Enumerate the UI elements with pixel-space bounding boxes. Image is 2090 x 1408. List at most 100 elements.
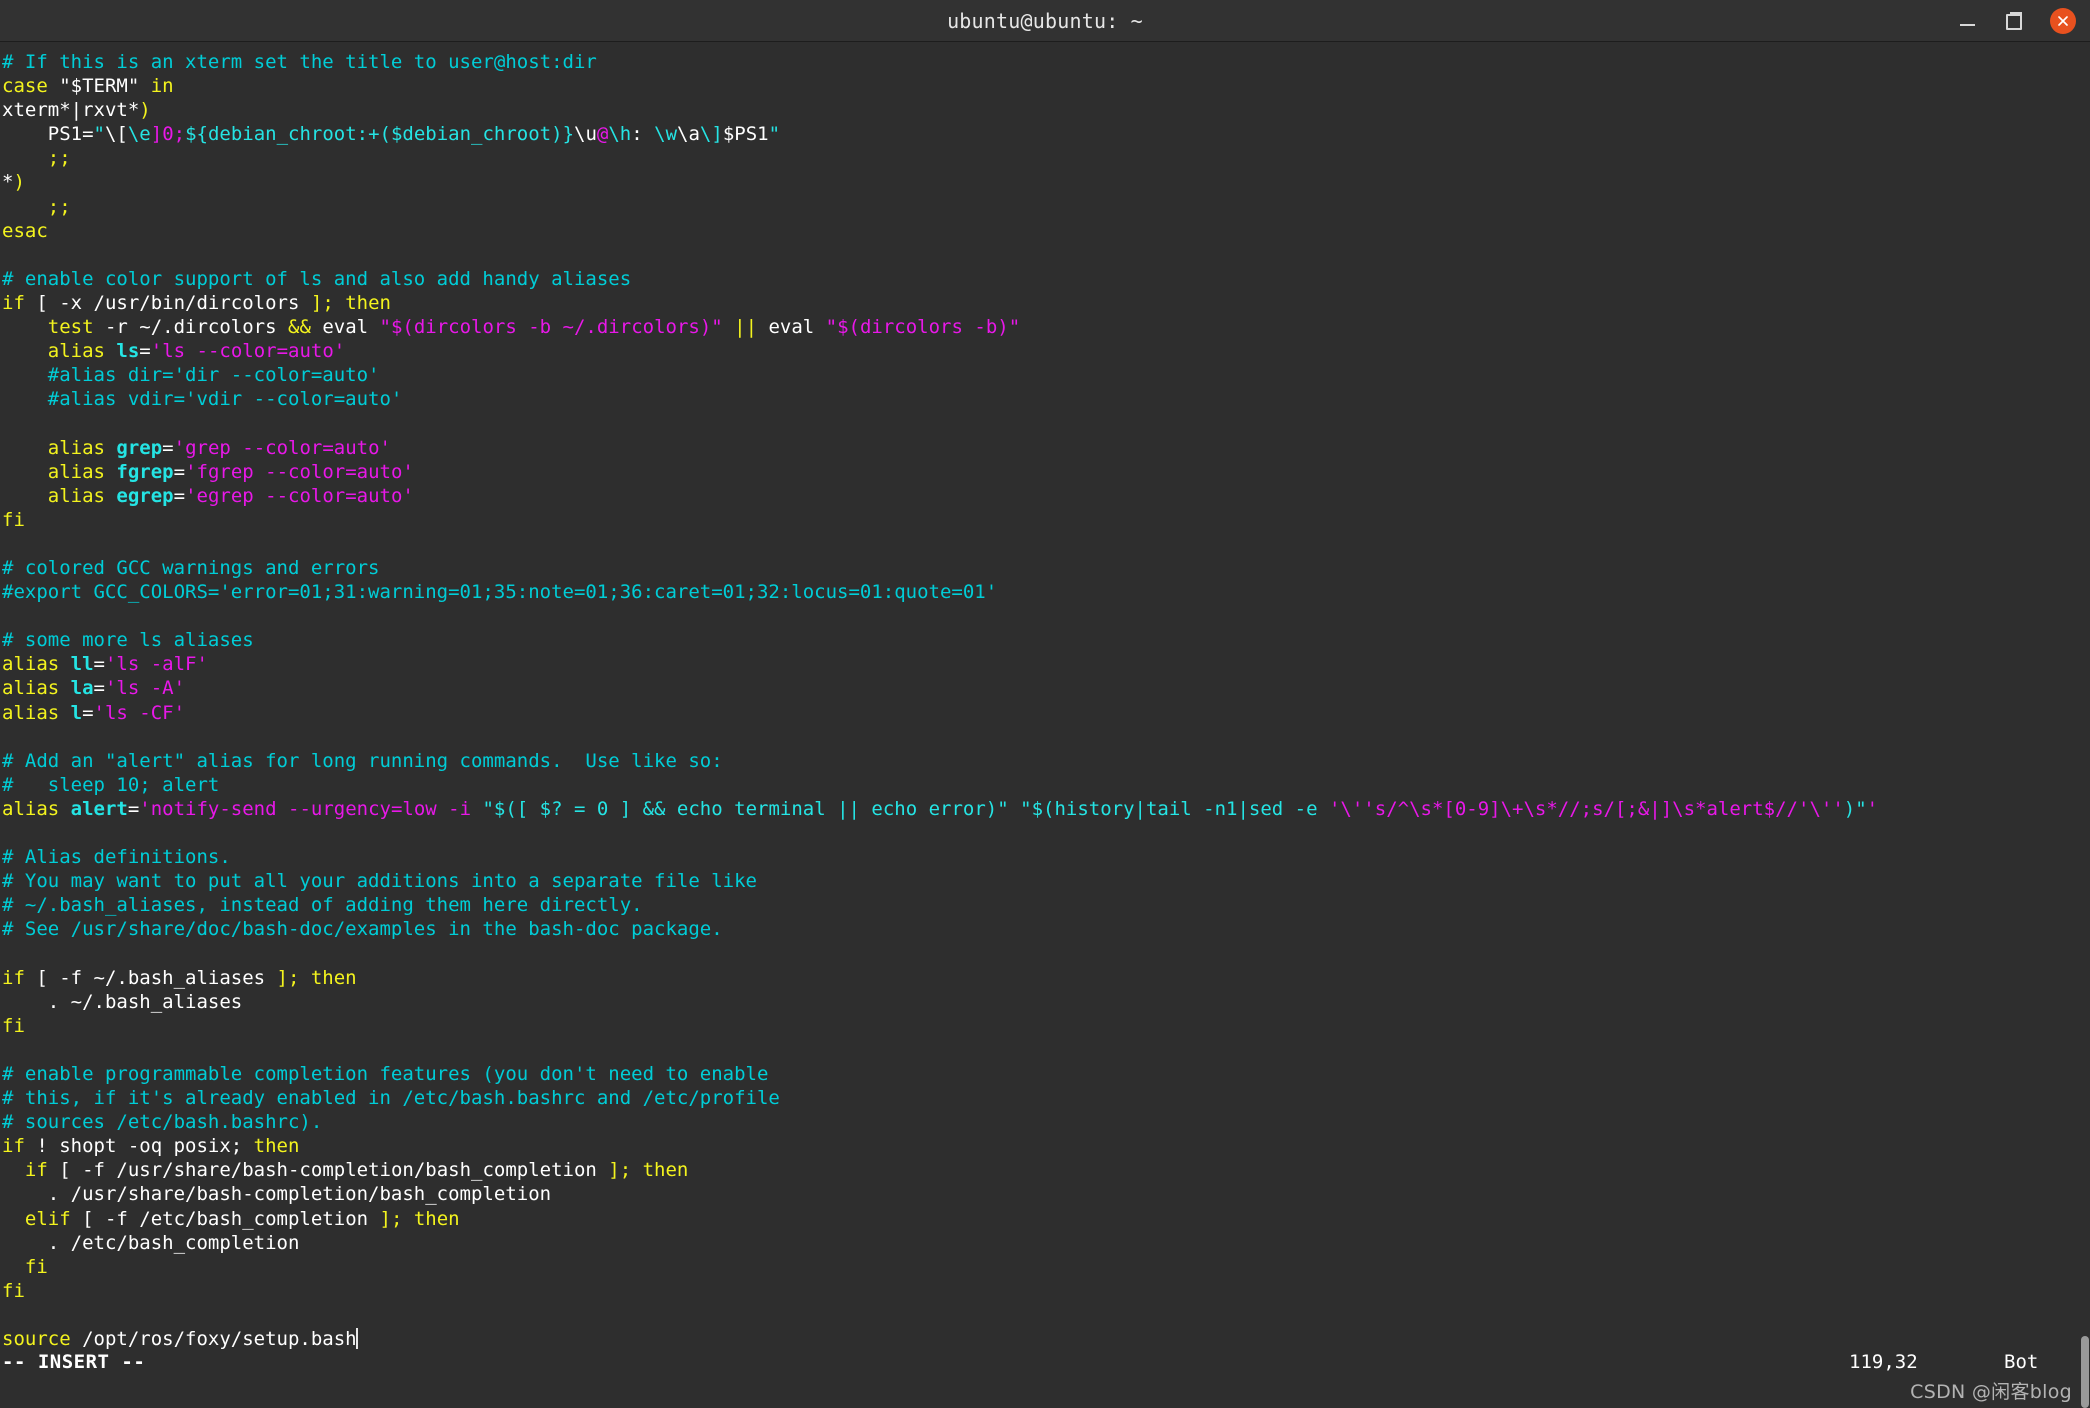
code-token: ${debian_chroot:+($debian_chroot)} (185, 123, 575, 146)
code-token: esac (2, 219, 48, 242)
maximize-icon (2006, 11, 2022, 30)
code-token: fi (2, 1014, 25, 1037)
editor-line: alias grep='grep --color=auto' (2, 436, 2090, 460)
scrollbar-thumb[interactable] (2081, 1336, 2089, 1408)
code-token: if (2, 966, 37, 989)
code-token: : (631, 123, 655, 146)
code-token: # sleep 10; alert (2, 773, 220, 796)
editor-line: case "$TERM" in (2, 74, 2090, 98)
code-token: '\'' (1798, 797, 1844, 820)
code-token: )" (1843, 797, 1867, 820)
code-token: #alias dir='dir --color=auto' (2, 364, 380, 387)
code-token: 'notify-send --urgency=low -i (139, 797, 483, 820)
code-token: '\'' (1328, 797, 1375, 820)
text-cursor (355, 1327, 358, 1349)
editor-line: test -r ~/.dircolors && eval "$(dircolor… (2, 315, 2090, 339)
code-token: alert (70, 797, 128, 820)
code-token: ]; then (608, 1159, 689, 1182)
editor-line: #alias dir='dir --color=auto' (2, 363, 2090, 387)
code-token: " (93, 123, 105, 146)
code-token: grep (116, 436, 163, 459)
code-token: @ (596, 123, 609, 146)
code-token: "$(dircolors -b ~/.dircolors)" (379, 316, 723, 339)
title-bar[interactable]: ubuntu@ubuntu: ~ (0, 0, 2090, 42)
code-token: # enable programmable completion feature… (2, 1062, 769, 1085)
code-token: [ -f ~/.bash_aliases (36, 966, 277, 989)
code-token: = (139, 340, 151, 363)
window-controls (1954, 0, 2076, 41)
code-token: ]0; (150, 123, 186, 146)
editor-line: alias ll='ls -alF' (2, 652, 2090, 676)
editor-line: #alias vdir='vdir --color=auto' (2, 387, 2090, 411)
editor-line: alias la='ls -A' (2, 676, 2090, 700)
code-token: in (139, 75, 174, 98)
code-token: l (70, 701, 83, 724)
code-token: alias (47, 484, 117, 507)
editor-line: if [ -f ~/.bash_aliases ]; then (2, 966, 2090, 990)
code-token: -r ~/.dircolors (93, 316, 288, 339)
code-token: = (93, 653, 105, 676)
editor-line: alias ls='ls --color=auto' (2, 339, 2090, 363)
editor-line: # sources /etc/bash.bashrc). (2, 1110, 2090, 1134)
editor-buffer[interactable]: # If this is an xterm set the title to u… (0, 50, 2090, 1351)
editor-line: # colored GCC warnings and errors (2, 556, 2090, 580)
editor-line: # ~/.bash_aliases, instead of adding the… (2, 893, 2090, 917)
code-token: "$([ $? = 0 ] && echo terminal || echo e… (482, 797, 1009, 820)
editor-line: alias l='ls -CF' (2, 701, 2090, 725)
code-token: fi (2, 1279, 25, 1302)
code-token: ll (70, 653, 94, 676)
code-token: #export GCC_COLORS='error=01;31:warning=… (2, 581, 998, 604)
code-token: 'ls --color=auto' (150, 340, 346, 363)
code-token: then (253, 1135, 300, 1158)
terminal-viewport[interactable]: # If this is an xterm set the title to u… (0, 42, 2090, 1408)
code-token: \[ (104, 123, 128, 146)
code-token: ) (139, 99, 151, 122)
code-token: "$TERM" (59, 75, 140, 98)
editor-line: . /etc/bash_completion (2, 1231, 2090, 1255)
code-token: if (2, 291, 37, 314)
editor-line: fi (2, 1279, 2090, 1303)
code-token: ! shopt -oq posix; (36, 1135, 254, 1158)
code-token: # colored GCC warnings and errors (2, 556, 380, 579)
code-token: case (2, 75, 60, 98)
code-token: alias (47, 460, 117, 483)
close-button[interactable] (2050, 7, 2076, 34)
code-token: [ -f /etc/bash_completion (82, 1207, 380, 1230)
vim-status-line: -- INSERT -- 119,32 Bot (0, 1351, 2090, 1381)
code-token: fi (24, 1255, 48, 1278)
editor-line: alias alert='notify-send --urgency=low -… (2, 797, 2090, 821)
code-token: # this, if it's already enabled in /etc/… (2, 1087, 780, 1110)
terminal-window: ubuntu@ubuntu: ~ # If this is an xterm s… (0, 0, 2090, 1408)
code-token: # You may want to put all your additions… (2, 870, 757, 893)
vertical-scrollbar[interactable] (2080, 83, 2090, 1408)
code-token: # ~/.bash_aliases, instead of adding the… (2, 894, 643, 917)
code-token: la (70, 677, 94, 700)
editor-line: if ! shopt -oq posix; then (2, 1134, 2090, 1158)
code-token: \h (608, 123, 632, 146)
code-token: 'ls -alF' (104, 653, 208, 676)
minimize-button[interactable] (1954, 8, 1980, 34)
editor-line: *) (2, 170, 2090, 194)
editor-line: alias fgrep='fgrep --color=auto' (2, 460, 2090, 484)
code-token: alias (47, 436, 117, 459)
code-token: elif (24, 1207, 83, 1230)
maximize-button[interactable] (2002, 8, 2028, 34)
code-token: 'ls -A' (104, 677, 186, 700)
code-token: \u (574, 123, 597, 146)
code-token: s/^\s*[0-9]\+\s*//;s/[;&|]\s*alert$// (1374, 797, 1798, 820)
code-token: "$(dircolors -b)" (825, 316, 1021, 339)
editor-line: # See /usr/share/doc/bash-doc/examples i… (2, 917, 2090, 941)
code-token: " (768, 123, 781, 146)
code-token: 'grep --color=auto' (173, 436, 391, 459)
code-token: # Alias definitions. (2, 846, 231, 869)
